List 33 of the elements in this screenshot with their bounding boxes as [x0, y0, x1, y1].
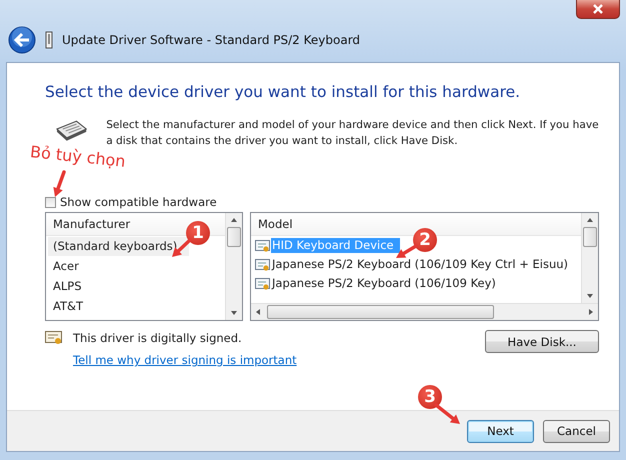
manufacturer-item[interactable]: Acer	[48, 257, 223, 276]
device-icon	[45, 31, 53, 49]
window-title: Update Driver Software - Standard PS/2 Keyboard	[62, 33, 360, 47]
scrollbar-thumb[interactable]	[583, 227, 597, 247]
certificate-icon	[255, 258, 271, 272]
certificate-icon	[255, 276, 271, 290]
driver-signing-link[interactable]: Tell me why driver signing is important	[73, 353, 297, 367]
cancel-button[interactable]: Cancel	[543, 420, 610, 442]
manufacturer-item[interactable]: ALPS	[48, 277, 223, 296]
manufacturer-item[interactable]: (Standard keyboards)	[48, 237, 190, 256]
annotation-arrow	[53, 170, 66, 197]
page-heading: Select the device driver you want to install for this hardware.	[45, 83, 522, 101]
close-button[interactable]	[576, 0, 620, 19]
close-icon	[592, 4, 604, 14]
compatible-checkbox[interactable]	[45, 196, 56, 208]
instructions-text: Select the manufacturer and model of your hardware device and then click Next. If you have a disk that contains the driver you want to install, click Have Disk.	[106, 118, 599, 149]
scrollbar[interactable]	[225, 213, 242, 320]
scrollbar-thumb[interactable]	[227, 227, 241, 247]
back-button[interactable]	[8, 26, 36, 54]
horizontal-scrollbar[interactable]	[251, 303, 598, 320]
annotation-arrow	[396, 244, 418, 258]
checkbox-label: Show compatible hardware	[60, 195, 217, 209]
manufacturer-item[interactable]: AT&T	[48, 297, 223, 316]
scrollbar-thumb[interactable]	[267, 305, 494, 319]
certificate-icon	[255, 238, 271, 252]
annotation-arrow	[434, 403, 460, 424]
scrollbar[interactable]	[581, 213, 598, 303]
signed-status-text: This driver is digitally signed.	[73, 331, 242, 345]
next-button[interactable]: Next	[467, 420, 534, 442]
certificate-icon	[45, 330, 63, 346]
have-disk-button[interactable]: Have Disk...	[485, 330, 599, 353]
model-item[interactable]: Japanese PS/2 Keyboard (106/109 Key)	[271, 276, 497, 291]
model-item[interactable]: Japanese PS/2 Keyboard (106/109 Key Ctrl + Eisuu)	[271, 257, 570, 272]
